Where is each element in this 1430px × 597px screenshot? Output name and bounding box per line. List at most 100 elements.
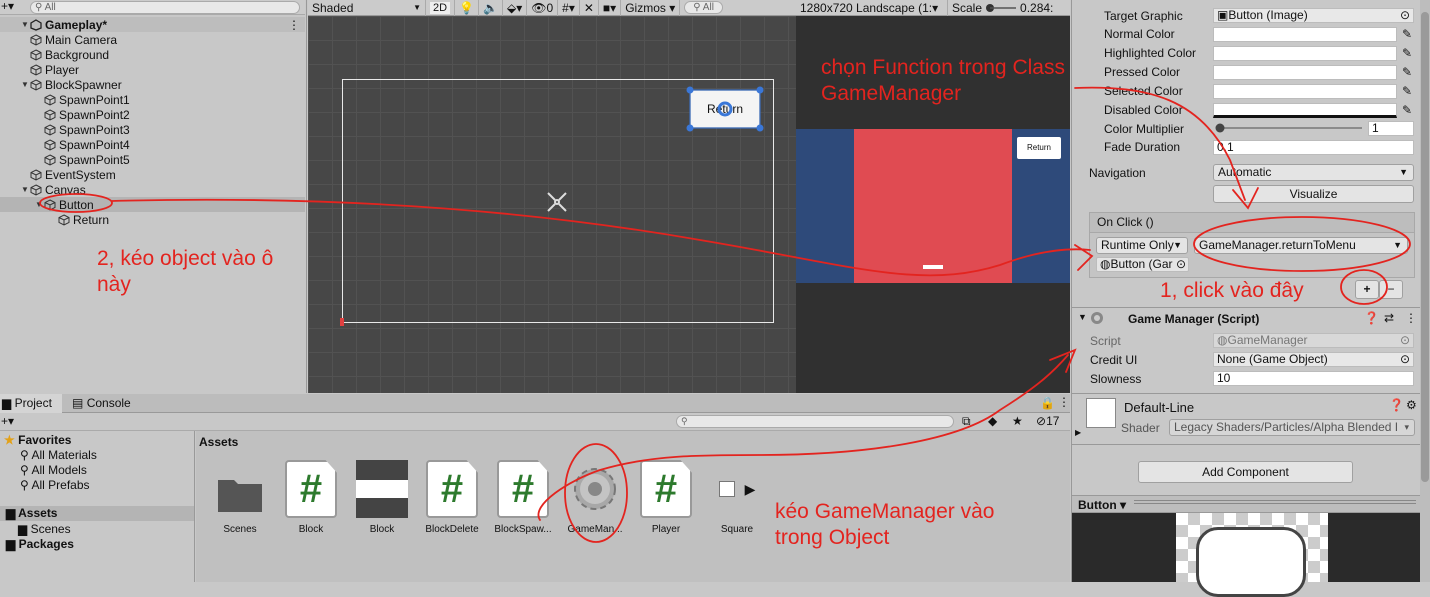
favorite-item-prefabs[interactable]: ⚲ All Prefabs	[20, 478, 90, 492]
hierarchy-item[interactable]: SpawnPoint4	[0, 137, 305, 152]
gear-icon[interactable]: ⚙	[1406, 398, 1417, 412]
add-event-button[interactable]: +	[1355, 280, 1379, 299]
add-icon[interactable]: +▾	[1, 0, 14, 13]
shader-dropdown[interactable]: Legacy Shaders/Particles/Alpha Blended I…	[1169, 419, 1415, 436]
eyedropper-icon[interactable]: ✎	[1402, 46, 1412, 60]
favorite-icon[interactable]: ★	[1012, 414, 1023, 428]
navigation-dropdown[interactable]: Automatic ▼	[1213, 164, 1414, 181]
project-search-input[interactable]: ⚲	[676, 415, 954, 428]
object-field[interactable]: ◍Button (Gar ⊙	[1096, 257, 1189, 272]
eyedropper-icon[interactable]: ✎	[1402, 27, 1412, 41]
rect-handles[interactable]	[686, 86, 764, 132]
asset-gamemanager-script[interactable]: GameMan...	[559, 460, 631, 535]
asset-block-prefab[interactable]: Block	[346, 460, 418, 535]
hierarchy-item[interactable]: Player	[0, 62, 305, 77]
more-icon[interactable]: ⋮	[1405, 311, 1417, 325]
shading-dropdown[interactable]: Shaded ▼	[308, 0, 426, 16]
scene-row[interactable]: ▼ Gameplay* ⋮	[0, 17, 305, 32]
disabled-color-field[interactable]	[1213, 103, 1397, 118]
camera-icon[interactable]: ■▾	[599, 0, 622, 16]
target-graphic-field[interactable]: ▣Button (Image) ⊙	[1213, 8, 1414, 23]
preview-dropdown[interactable]: Button ▾	[1078, 498, 1126, 512]
asset-square-sprite[interactable]: ▶ Square	[701, 460, 773, 535]
assets-folder-item[interactable]: ▆ Assets	[0, 506, 194, 521]
resolution-dropdown[interactable]: 1280x720 Landscape (1: ▾	[796, 0, 948, 16]
add-icon[interactable]: +▾	[1, 414, 14, 428]
hierarchy-item[interactable]: SpawnPoint5	[0, 152, 305, 167]
visualize-button[interactable]: Visualize	[1213, 185, 1414, 203]
credit-ui-field[interactable]: None (Game Object) ⊙	[1213, 352, 1414, 367]
highlighted-color-field[interactable]	[1213, 46, 1397, 61]
hierarchy-item[interactable]: Main Camera	[0, 32, 305, 47]
hierarchy-item[interactable]: EventSystem	[0, 167, 305, 182]
scrollbar-thumb[interactable]	[1421, 12, 1429, 482]
filter-label-icon[interactable]: ◆	[988, 414, 997, 428]
color-multiplier-slider[interactable]	[1214, 122, 1364, 134]
runtime-dropdown[interactable]: Runtime Only ▼	[1096, 237, 1188, 254]
audio-icon[interactable]: 🔈	[479, 0, 503, 16]
tools-icon[interactable]: ✕	[580, 0, 599, 16]
expand-arrow-icon[interactable]: ▼	[34, 200, 44, 209]
collapse-arrow-icon[interactable]: ▼	[1078, 312, 1087, 322]
fade-duration-input[interactable]: 0.1	[1213, 140, 1414, 155]
scene-view[interactable]: Return	[308, 16, 796, 393]
normal-color-field[interactable]	[1213, 27, 1397, 42]
help-icon[interactable]: ❓	[1389, 398, 1404, 412]
visibility-icon[interactable]: 👁 0	[527, 0, 559, 16]
settings-sliders-icon[interactable]: ⇄	[1384, 311, 1394, 325]
asset-scenes-folder[interactable]: Scenes	[204, 460, 276, 535]
toggle-2d-button[interactable]: 2D	[426, 0, 456, 16]
expand-arrow-icon[interactable]: ▶	[1075, 428, 1081, 437]
eyedropper-icon[interactable]: ✎	[1402, 103, 1412, 117]
expand-arrow-icon[interactable]: ▼	[20, 185, 30, 194]
asset-player-script[interactable]: # Player	[630, 460, 702, 535]
preview-drag-handle[interactable]	[1134, 500, 1416, 504]
hierarchy-item[interactable]: Return	[0, 212, 305, 227]
object-picker-icon[interactable]: ⊙	[1400, 353, 1410, 366]
gizmos-dropdown[interactable]: Gizmos ▾	[621, 0, 681, 16]
inspector-scrollbar[interactable]	[1420, 0, 1430, 582]
hierarchy-item[interactable]: SpawnPoint1	[0, 92, 305, 107]
favorite-item-materials[interactable]: ⚲ All Materials	[20, 448, 97, 462]
hierarchy-item[interactable]: ▼ Button	[0, 197, 305, 212]
eyedropper-icon[interactable]: ✎	[1402, 84, 1412, 98]
hierarchy-search-input[interactable]: ⚲ All	[30, 1, 300, 14]
hierarchy-item[interactable]: Background	[0, 47, 305, 62]
favorites-item[interactable]: ★ Favorites	[4, 433, 71, 447]
packages-folder-item[interactable]: ▆ Packages	[6, 537, 74, 551]
tab-console[interactable]: ▤ Console	[72, 394, 142, 413]
hierarchy-item[interactable]: ▼ Canvas	[0, 182, 305, 197]
eyedropper-icon[interactable]: ✎	[1402, 65, 1412, 79]
asset-blockdelete-script[interactable]: # BlockDelete	[416, 460, 488, 535]
add-component-button[interactable]: Add Component	[1138, 461, 1353, 483]
game-return-button[interactable]: Return	[1017, 137, 1061, 159]
more-icon[interactable]: ⋮	[288, 18, 300, 32]
tab-project[interactable]: ▆ Project	[0, 394, 62, 413]
lighting-icon[interactable]: 💡	[455, 0, 480, 16]
object-picker-icon[interactable]: ⊙	[1400, 9, 1410, 22]
object-picker-icon[interactable]: ⊙	[1176, 258, 1186, 271]
selected-color-field[interactable]	[1213, 84, 1397, 99]
favorite-item-models[interactable]: ⚲ All Models	[20, 463, 87, 477]
pressed-color-field[interactable]	[1213, 65, 1397, 80]
effects-icon[interactable]: ⬙▾	[503, 0, 528, 16]
asset-block-script[interactable]: # Block	[275, 460, 347, 535]
scenes-folder-item[interactable]: ▆ Scenes	[18, 522, 71, 536]
assets-breadcrumb[interactable]: Assets	[199, 435, 238, 449]
more-icon[interactable]: ⋮	[1058, 395, 1070, 409]
function-dropdown[interactable]: GameManager.returnToMenu ▼	[1194, 237, 1408, 254]
hidden-packages-icon[interactable]: ⊘17	[1036, 414, 1059, 428]
component-header[interactable]: ▼ Game Manager (Script) ❓ ⇄ ⋮	[1072, 309, 1420, 329]
hierarchy-item[interactable]: SpawnPoint2	[0, 107, 305, 122]
expand-arrow-icon[interactable]: ▼	[20, 80, 30, 89]
grid-icon[interactable]: #▾	[558, 0, 580, 16]
help-icon[interactable]: ❓	[1364, 311, 1379, 325]
play-icon[interactable]: ▶	[745, 481, 756, 498]
slowness-input[interactable]: 10	[1213, 371, 1414, 386]
hierarchy-item[interactable]: SpawnPoint3	[0, 122, 305, 137]
lock-icon[interactable]: 🔒	[1040, 396, 1055, 410]
color-multiplier-input[interactable]: 1	[1368, 121, 1414, 136]
filter-type-icon[interactable]: ⧉	[962, 414, 971, 429]
scale-slider[interactable]	[985, 3, 1017, 13]
asset-blockspawner-script[interactable]: # BlockSpaw...	[487, 460, 559, 535]
